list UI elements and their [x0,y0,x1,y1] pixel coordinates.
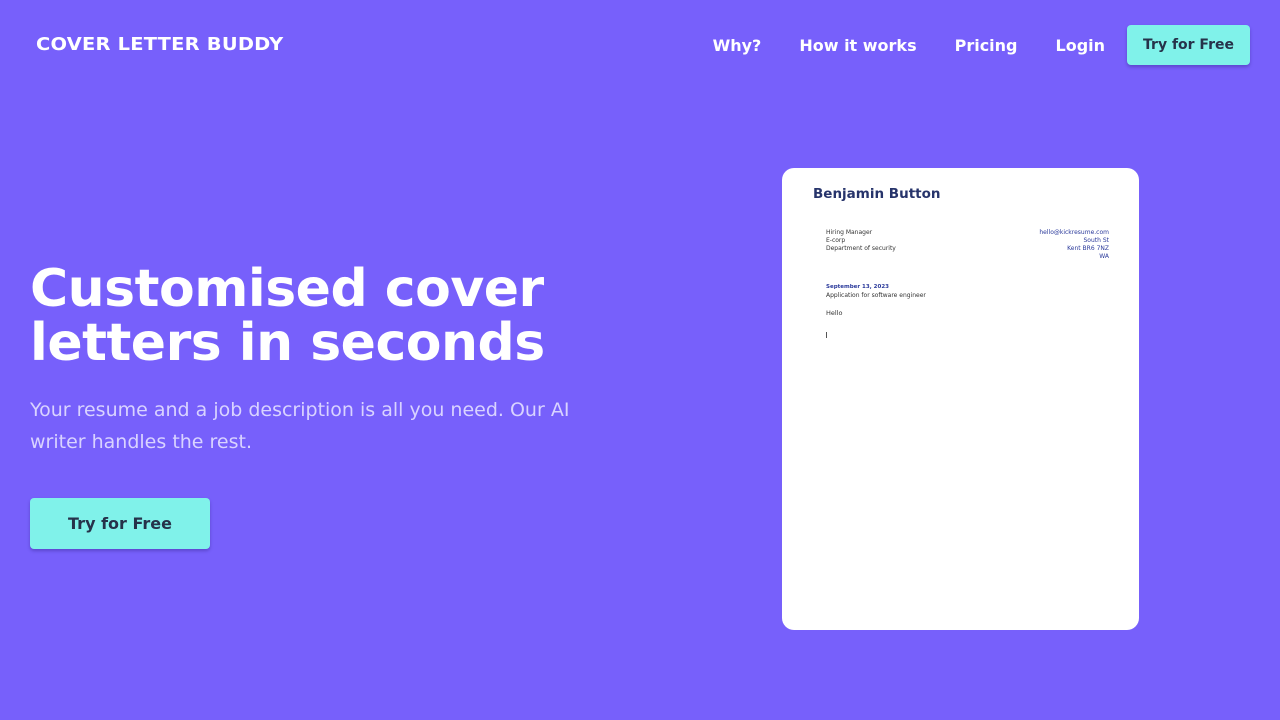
letter-greeting: Hello [826,309,843,317]
nav-link-pricing[interactable]: Pricing [955,36,1018,55]
sender-line: WA [1099,253,1109,260]
nav-link-how-it-works[interactable]: How it works [799,36,916,55]
sender-line: South St [1083,237,1109,244]
sender-line: Kent BR6 7NZ [1067,245,1109,252]
header-try-free-button[interactable]: Try for Free [1127,25,1250,65]
hero-subtitle: Your resume and a job description is all… [30,399,570,453]
main-nav: Why? How it works Pricing Login Try for … [713,25,1250,65]
recipient-line: Department of security [826,245,896,252]
hero-title: Customised cover letters in seconds [30,259,545,373]
logo[interactable]: COVER LETTER BUDDY [36,33,283,57]
letter-subject: Application for software engineer [826,292,926,299]
recipient-line: E-corp [826,237,846,244]
nav-link-why[interactable]: Why? [713,36,762,55]
recipient-line: Hiring Manager [826,229,873,236]
letter-date: September 13, 2023 [826,284,889,290]
text-cursor [826,332,827,338]
site-header: COVER LETTER BUDDY Why? How it works Pri… [0,0,1280,90]
nav-link-login[interactable]: Login [1056,36,1106,55]
hero-try-free-button[interactable]: Try for Free [30,498,210,549]
cover-letter-preview: Benjamin Button Hiring Manager E-corp De… [782,168,1139,630]
letter-applicant-name: Benjamin Button [813,186,941,202]
letter-sender-block: hello@kickresume.com South St Kent BR6 7… [1039,229,1109,261]
letter-recipient-block: Hiring Manager E-corp Department of secu… [826,229,896,253]
sender-line: hello@kickresume.com [1039,229,1109,236]
